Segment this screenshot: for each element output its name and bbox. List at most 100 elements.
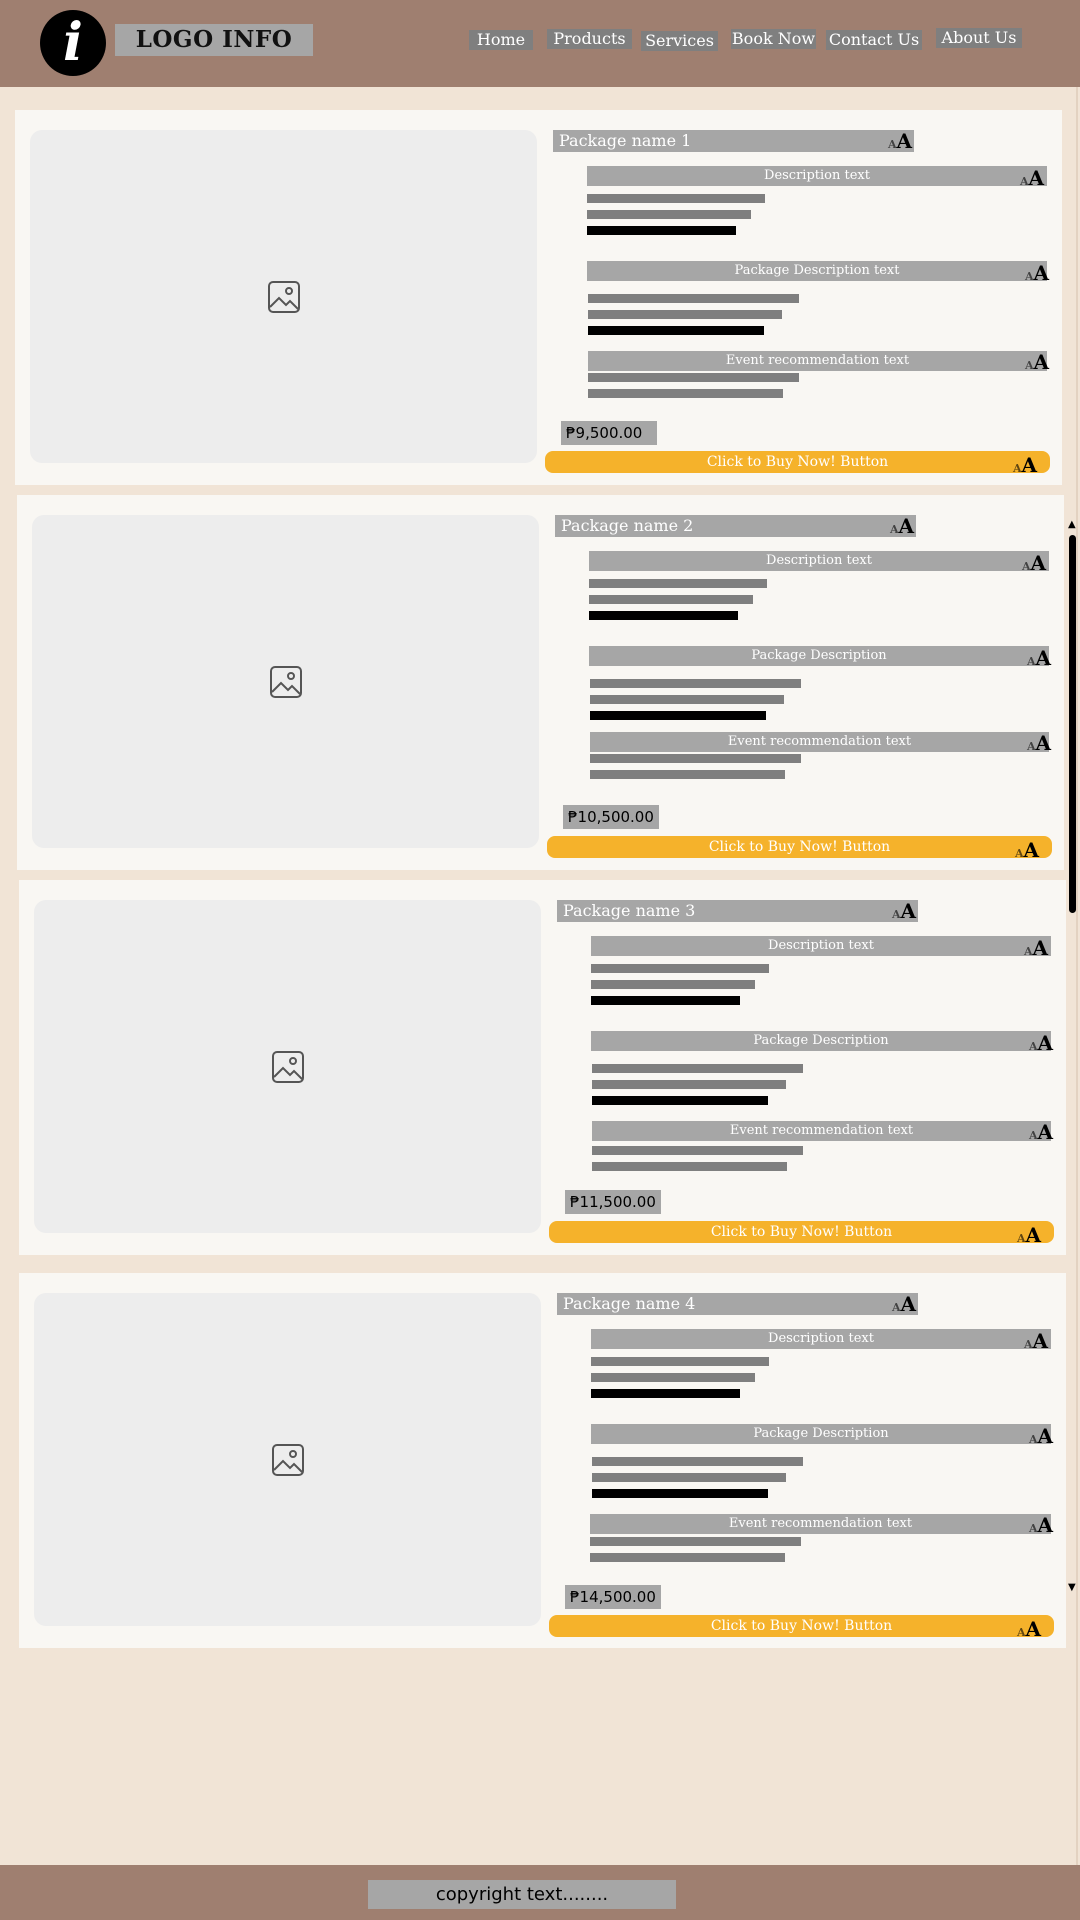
text-line — [592, 1064, 803, 1073]
font-size-icon[interactable]: AA — [1025, 263, 1049, 283]
description-label: Description text — [591, 936, 1051, 956]
text-line — [592, 1489, 768, 1498]
text-line — [590, 711, 766, 720]
package-card: Package name 3 AA Description text AA Pa… — [19, 880, 1066, 1255]
scrollbar-thumb[interactable] — [1069, 535, 1076, 913]
text-line — [587, 210, 751, 219]
font-size-icon[interactable]: AA — [1025, 352, 1049, 372]
image-icon — [272, 1051, 304, 1083]
image-icon — [270, 666, 302, 698]
font-size-icon[interactable]: AA — [1020, 168, 1044, 188]
image-icon — [272, 1444, 304, 1476]
text-line — [589, 595, 753, 604]
font-size-icon[interactable]: AA — [1029, 1122, 1053, 1142]
image-icon — [268, 281, 300, 313]
package-name: Package name 3 — [557, 900, 918, 922]
text-line — [591, 964, 769, 973]
text-line — [590, 1553, 785, 1562]
text-line — [587, 194, 765, 203]
font-size-icon[interactable]: AA — [1024, 1331, 1048, 1351]
font-size-icon[interactable]: AA — [1029, 1426, 1053, 1446]
package-card: Package name 4 AA Description text AA Pa… — [19, 1273, 1066, 1648]
text-line — [590, 695, 784, 704]
font-size-icon[interactable]: AA — [1015, 840, 1039, 860]
text-line — [589, 579, 767, 588]
font-size-icon[interactable]: AA — [892, 1294, 916, 1314]
triangle-down-icon[interactable]: ▼ — [1068, 1583, 1076, 1593]
nav-about-us[interactable]: About Us — [936, 28, 1022, 48]
text-line — [592, 1162, 787, 1171]
package-image-placeholder — [34, 1293, 541, 1626]
text-line — [591, 1357, 769, 1366]
event-recommendation-label: Event recommendation text — [592, 1121, 1051, 1141]
triangle-up-icon[interactable]: ▲ — [1068, 520, 1076, 530]
text-line — [592, 1457, 803, 1466]
event-recommendation-label: Event recommendation text — [590, 732, 1049, 752]
price-tag: ₱10,500.00 — [563, 805, 659, 829]
event-recommendation-label: Event recommendation text — [590, 1514, 1051, 1534]
font-size-icon[interactable]: AA — [1027, 648, 1051, 668]
nav-book-now[interactable]: Book Now — [731, 29, 816, 49]
font-size-icon[interactable]: AA — [1029, 1515, 1053, 1535]
price-tag: ₱14,500.00 — [565, 1585, 661, 1609]
font-size-icon[interactable]: AA — [890, 516, 914, 536]
event-recommendation-label: Event recommendation text — [588, 351, 1047, 371]
buy-now-button[interactable]: Click to Buy Now! Button — [549, 1221, 1054, 1243]
logo-info-icon[interactable]: i — [40, 10, 106, 76]
text-line — [592, 1473, 786, 1482]
text-line — [587, 226, 736, 235]
nav-contact-us[interactable]: Contact Us — [826, 30, 922, 50]
site-header: i LOGO INFO Home Products Services Book … — [0, 0, 1080, 87]
description-label: Description text — [589, 551, 1049, 571]
site-footer: copyright text........ — [0, 1865, 1080, 1920]
price-tag: ₱11,500.00 — [565, 1190, 661, 1214]
text-line — [591, 1389, 740, 1398]
package-image-placeholder — [34, 900, 541, 1233]
nav-home[interactable]: Home — [469, 30, 533, 50]
package-image-placeholder — [30, 130, 537, 463]
text-line — [590, 679, 801, 688]
text-line — [590, 1537, 801, 1546]
package-card: Package name 2 AA Description text AA Pa… — [17, 495, 1064, 870]
price-tag: ₱9,500.00 — [561, 421, 657, 445]
package-card: Package name 1 AA Description text AA Pa… — [15, 110, 1062, 485]
text-line — [592, 1096, 768, 1105]
copyright-text: copyright text........ — [368, 1880, 676, 1909]
buy-now-button[interactable]: Click to Buy Now! Button — [549, 1615, 1054, 1637]
text-line — [588, 326, 764, 335]
font-size-icon[interactable]: AA — [1022, 553, 1046, 573]
package-name: Package name 2 — [555, 515, 916, 537]
description-label: Description text — [587, 166, 1047, 186]
nav-services[interactable]: Services — [641, 31, 718, 51]
package-description-label: Package Description — [591, 1424, 1051, 1444]
text-line — [588, 389, 783, 398]
text-line — [592, 1080, 786, 1089]
description-label: Description text — [591, 1329, 1051, 1349]
text-line — [588, 294, 799, 303]
package-image-placeholder — [32, 515, 539, 848]
font-size-icon[interactable]: AA — [1017, 1619, 1041, 1639]
font-size-icon[interactable]: AA — [1017, 1225, 1041, 1245]
text-line — [591, 1373, 755, 1382]
text-line — [588, 310, 782, 319]
font-size-icon[interactable]: AA — [892, 901, 916, 921]
logo-text[interactable]: LOGO INFO — [115, 24, 313, 56]
font-size-icon[interactable]: AA — [888, 131, 912, 151]
package-description-label: Package Description — [591, 1031, 1051, 1051]
buy-now-button[interactable]: Click to Buy Now! Button — [547, 836, 1052, 858]
font-size-icon[interactable]: AA — [1029, 1033, 1053, 1053]
text-line — [589, 611, 738, 620]
package-name: Package name 1 — [553, 130, 914, 152]
font-size-icon[interactable]: AA — [1013, 455, 1037, 475]
font-size-icon[interactable]: AA — [1027, 733, 1051, 753]
nav-products[interactable]: Products — [547, 29, 632, 49]
package-description-label: Package Description text — [587, 261, 1047, 281]
package-name: Package name 4 — [557, 1293, 918, 1315]
font-size-icon[interactable]: AA — [1024, 938, 1048, 958]
text-line — [590, 754, 801, 763]
text-line — [591, 980, 755, 989]
buy-now-button[interactable]: Click to Buy Now! Button — [545, 451, 1050, 473]
text-line — [591, 996, 740, 1005]
text-line — [592, 1146, 803, 1155]
package-description-label: Package Description — [589, 646, 1049, 666]
